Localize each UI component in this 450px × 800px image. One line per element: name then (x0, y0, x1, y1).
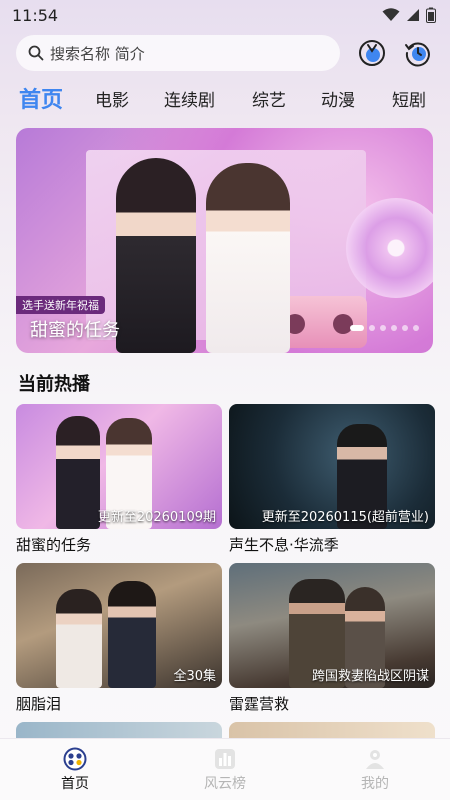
status-icons (382, 7, 436, 23)
carousel-dot[interactable] (380, 325, 386, 331)
banner-tag: 选手送新年祝福 (16, 296, 105, 314)
tab-movies[interactable]: 电影 (95, 86, 129, 111)
category-tabs: 首页 电影 连续剧 综艺 动漫 短剧 (0, 80, 450, 116)
video-title: 胭脂泪 (16, 695, 62, 713)
video-thumbnail[interactable]: 更新至20260109期 (16, 404, 222, 529)
home-icon (63, 747, 87, 771)
episode-badge: 更新至20260115(超前营业) (261, 510, 429, 525)
video-card[interactable]: 全30集 胭脂泪 (16, 563, 222, 714)
video-card[interactable]: 跨国救妻陷战区阴谋 雷霆营救 (229, 563, 435, 714)
search-placeholder: 搜索名称 简介 (50, 44, 145, 63)
carousel-dot[interactable] (350, 325, 364, 331)
battery-icon (426, 7, 436, 23)
history-button[interactable] (404, 39, 432, 67)
video-thumbnail[interactable]: 全30集 (16, 563, 222, 688)
carousel-indicator (350, 325, 419, 331)
tab-anime[interactable]: 动漫 (321, 86, 355, 111)
carousel-dot[interactable] (369, 325, 375, 331)
video-thumbnail[interactable]: 跨国救妻陷战区阴谋 (229, 563, 435, 688)
search-input[interactable]: 搜索名称 简介 (16, 35, 340, 71)
download-button[interactable] (358, 39, 386, 67)
video-title: 雷霆营救 (229, 695, 290, 713)
bottom-nav: 首页 风云榜 我的 (0, 738, 450, 800)
thumbnail-figure (56, 416, 100, 529)
profile-icon (363, 747, 387, 771)
carousel-dot[interactable] (402, 325, 408, 331)
nav-rankings[interactable]: 风云榜 (150, 739, 300, 800)
tab-series[interactable]: 连续剧 (164, 86, 215, 111)
download-icon (359, 40, 385, 66)
banner-person-right (206, 163, 290, 353)
nav-label: 风云榜 (204, 775, 246, 792)
carousel-dot[interactable] (413, 325, 419, 331)
nav-home[interactable]: 首页 (0, 739, 150, 800)
episode-badge: 更新至20260109期 (97, 510, 216, 525)
carousel-dot[interactable] (391, 325, 397, 331)
chart-icon (213, 747, 237, 771)
thumbnail-figure (56, 589, 102, 688)
video-card[interactable]: 更新至20260109期 甜蜜的任务 (16, 404, 222, 555)
nav-label: 首页 (61, 775, 89, 792)
nav-label: 我的 (361, 775, 389, 792)
banner-title: 甜蜜的任务 (30, 320, 120, 341)
signal-icon (407, 9, 419, 21)
search-row: 搜索名称 简介 (16, 34, 436, 72)
video-thumbnail[interactable]: 更新至20260115(超前营业) (229, 404, 435, 529)
status-bar: 11:54 (0, 0, 450, 30)
status-time: 11:54 (12, 5, 59, 25)
tab-home[interactable]: 首页 (19, 82, 63, 114)
video-card[interactable]: 更新至20260115(超前营业) 声生不息·华流季 (229, 404, 435, 555)
video-title: 声生不息·华流季 (229, 536, 339, 554)
section-title: 当前热播 (18, 374, 90, 395)
history-icon (405, 42, 430, 67)
tab-short-drama[interactable]: 短剧 (392, 86, 426, 111)
episode-badge: 跨国救妻陷战区阴谋 (311, 669, 429, 684)
search-icon (28, 45, 44, 61)
banner-person-left (116, 158, 196, 353)
nav-profile[interactable]: 我的 (300, 739, 450, 800)
wifi-icon (382, 8, 400, 21)
tab-variety[interactable]: 综艺 (252, 86, 286, 111)
episode-badge: 全30集 (173, 669, 216, 684)
video-title: 甜蜜的任务 (16, 536, 92, 554)
featured-banner[interactable]: 选手送新年祝福 甜蜜的任务 (16, 128, 433, 353)
thumbnail-figure (108, 581, 156, 688)
